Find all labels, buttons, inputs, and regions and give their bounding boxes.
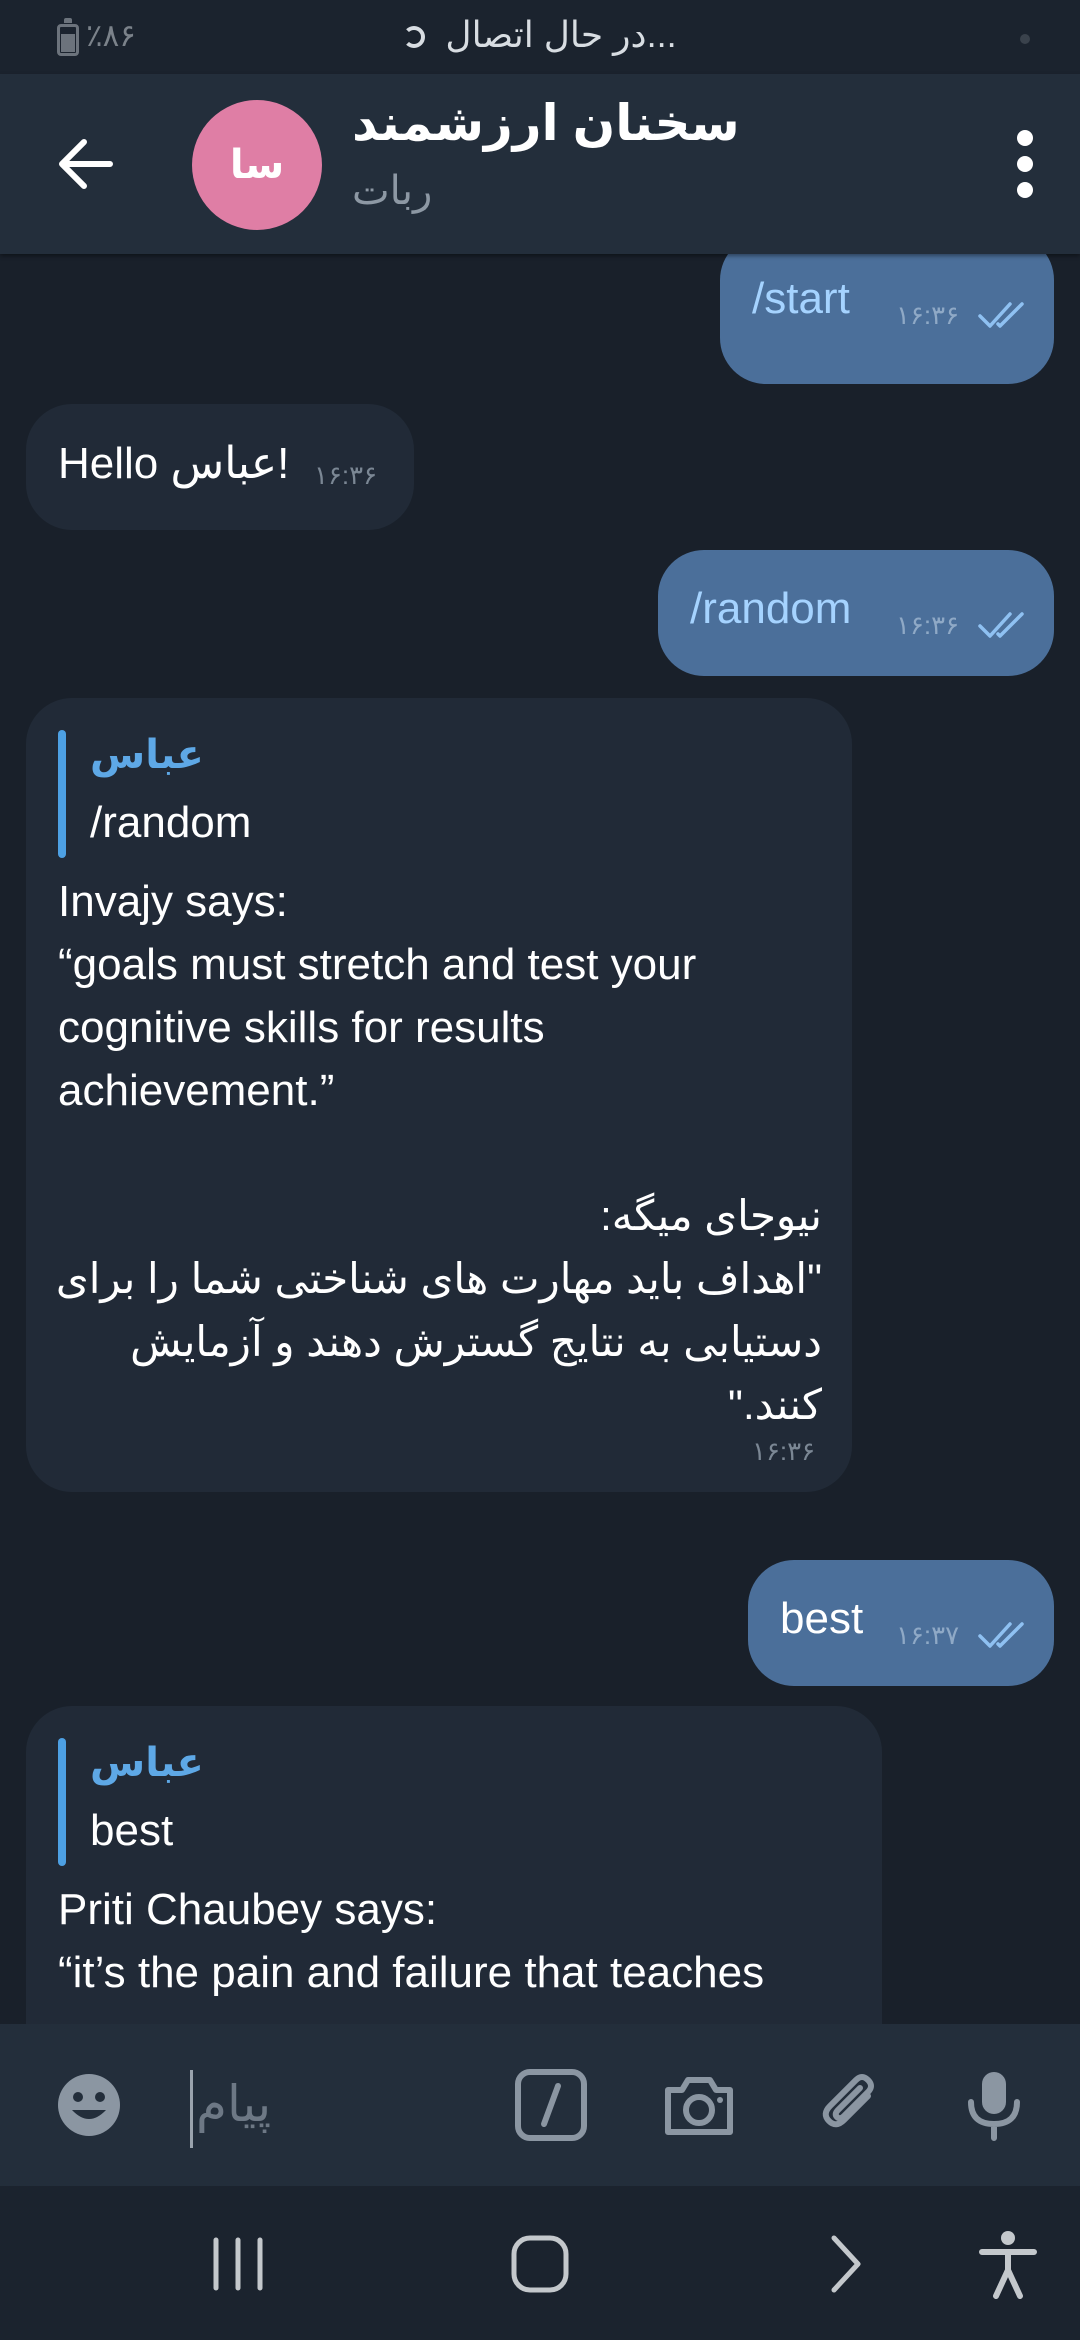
- avatar-initials: سا: [229, 143, 285, 187]
- menu-dot-icon: [1017, 130, 1033, 146]
- outgoing-message[interactable]: /start ۱۶:۳۶: [720, 254, 1054, 384]
- reply-author[interactable]: عباس: [90, 732, 204, 778]
- double-check-icon: [978, 302, 1024, 328]
- outgoing-message[interactable]: best ۱۶:۳۷: [748, 1560, 1054, 1686]
- message-text[interactable]: Hello عباس!: [58, 438, 289, 489]
- double-check-icon: [978, 612, 1024, 638]
- incoming-message[interactable]: Hello عباس! ۱۶:۳۶: [26, 404, 414, 530]
- message-time: ۱۶:۳۶: [896, 610, 960, 640]
- menu-dot-icon: [1017, 182, 1033, 198]
- message-text[interactable]: /random: [690, 584, 851, 634]
- reply-author[interactable]: عباس: [90, 1740, 204, 1786]
- reply-text[interactable]: best: [90, 1806, 173, 1856]
- message-input-bar: [0, 2024, 1080, 2186]
- more-menu-button[interactable]: [998, 126, 1054, 202]
- connecting-spinner-icon: [403, 26, 426, 49]
- status-bar: ٪۸۶ در حال اتصال...: [0, 0, 1080, 74]
- emoji-icon[interactable]: [50, 2066, 128, 2144]
- arrow-left-icon: [59, 139, 113, 189]
- reply-indicator: [58, 730, 66, 858]
- reply-text[interactable]: /random: [90, 798, 251, 848]
- message-text-persian[interactable]: نیوجای میگه: "اهداف باید مهارت های شناخت…: [42, 1184, 822, 1436]
- message-text[interactable]: Invajy says: “goals must stretch and tes…: [58, 870, 696, 1122]
- home-icon[interactable]: [502, 2226, 578, 2302]
- message-time: ۱۶:۳۶: [896, 300, 960, 330]
- chevron-right-icon[interactable]: [806, 2226, 882, 2302]
- message-list[interactable]: /start ۱۶:۳۶ Hello عباس! ۱۶:۳۶ /random ۱…: [0, 254, 1080, 2024]
- camera-icon[interactable]: [660, 2066, 738, 2144]
- attach-icon[interactable]: [812, 2066, 890, 2144]
- message-time: ۱۶:۳۶: [752, 1436, 816, 1466]
- message-input[interactable]: [196, 2064, 486, 2144]
- chat-subtitle: ربات: [352, 169, 433, 213]
- message-text[interactable]: /start: [752, 274, 850, 324]
- incoming-message[interactable]: عباس /random Invajy says: “goals must st…: [26, 698, 852, 1492]
- message-text[interactable]: Priti Chaubey says: “it’s the pain and f…: [58, 1878, 764, 2004]
- recent-apps-icon[interactable]: [200, 2226, 276, 2302]
- message-time: ۱۶:۳۶: [314, 460, 378, 490]
- menu-dot-icon: [1017, 156, 1033, 172]
- message-text[interactable]: best: [780, 1594, 863, 1644]
- connection-status-text: در حال اتصال...: [445, 14, 677, 55]
- notification-dot-icon: [1020, 34, 1030, 44]
- reply-indicator: [58, 1738, 66, 1866]
- avatar[interactable]: سا: [192, 100, 322, 230]
- chat-header: سا سخنان ارزشمند ربات: [0, 74, 1080, 254]
- telegram-chat-screen: ٪۸۶ در حال اتصال... سا سخنان ارزشمند ربا…: [0, 0, 1080, 2340]
- message-time: ۱۶:۳۷: [896, 1620, 960, 1650]
- text-caret: [190, 2070, 193, 2148]
- system-navigation-bar: [0, 2186, 1080, 2340]
- microphone-icon[interactable]: [955, 2066, 1033, 2144]
- outgoing-message[interactable]: /random ۱۶:۳۶: [658, 550, 1054, 676]
- connection-status: در حال اتصال...: [0, 14, 1080, 56]
- chat-title[interactable]: سخنان ارزشمند: [352, 94, 740, 152]
- back-button[interactable]: [50, 126, 126, 202]
- bot-command-icon[interactable]: [512, 2066, 590, 2144]
- incoming-message[interactable]: عباس best Priti Chaubey says: “it’s the …: [26, 1706, 882, 2024]
- double-check-icon: [978, 1622, 1024, 1648]
- accessibility-icon[interactable]: [970, 2226, 1046, 2302]
